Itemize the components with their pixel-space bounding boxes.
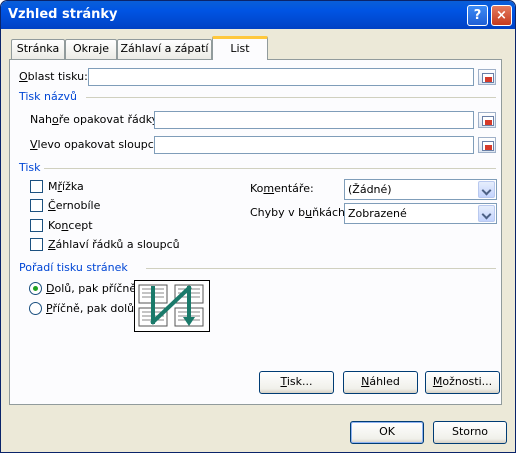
chevron-down-icon[interactable] [478, 181, 495, 198]
page-order-preview-icon [134, 280, 210, 332]
rows-to-repeat-input[interactable] [154, 111, 474, 129]
tab-margins[interactable]: Okraje [65, 39, 117, 59]
cancel-button[interactable]: Storno [433, 421, 507, 444]
options-button[interactable]: Možnosti... [425, 371, 500, 394]
comments-value: (Žádné) [348, 183, 392, 196]
window-title: Vzhled stránky [8, 7, 118, 22]
sheet-tab-panel: Oblast tisku: Tisk názvů Nahoře opakovat… [9, 59, 502, 405]
collapse-dialog-icon[interactable] [478, 137, 496, 153]
comments-select[interactable]: (Žádné) [344, 179, 497, 200]
rows-to-repeat-label: Nahoře opakovat řádky: [30, 113, 162, 126]
help-icon: ? [473, 8, 482, 23]
print-button[interactable]: Tisk... [259, 371, 334, 394]
down-then-over-radio[interactable] [29, 282, 42, 295]
cell-errors-select[interactable]: Zobrazené [344, 203, 497, 224]
draft-checkbox[interactable] [30, 219, 43, 232]
close-icon: × [496, 8, 507, 23]
divider [44, 168, 496, 169]
gridlines-label[interactable]: Mřížka [48, 180, 84, 193]
dialog-body: Stránka Okraje Záhlaví a zápatí List Obl… [4, 29, 512, 449]
print-preview-button[interactable]: Náhled [343, 371, 418, 394]
tab-header-footer[interactable]: Záhlaví a zápatí [117, 39, 212, 59]
row-col-headings-checkbox[interactable] [30, 238, 43, 251]
help-button[interactable]: ? [467, 5, 488, 26]
draft-label[interactable]: Koncept [48, 219, 93, 232]
divider [146, 268, 496, 269]
divider [86, 97, 496, 98]
chevron-down-icon[interactable] [478, 205, 495, 222]
page-setup-dialog: Vzhled stránky ? × Stránka Okraje Záhlav… [0, 0, 516, 453]
row-col-headings-label[interactable]: Záhlaví řádků a sloupců [48, 238, 180, 251]
collapse-dialog-icon[interactable] [478, 112, 496, 128]
cell-errors-value: Zobrazené [348, 207, 407, 220]
columns-to-repeat-label: Vlevo opakovat sloupce: [30, 138, 165, 151]
close-button[interactable]: × [491, 5, 512, 26]
columns-to-repeat-input[interactable] [154, 136, 474, 154]
black-and-white-checkbox[interactable] [30, 199, 43, 212]
collapse-dialog-icon[interactable] [478, 69, 496, 85]
tab-sheet[interactable]: List [212, 36, 268, 60]
ok-button[interactable]: OK [350, 421, 424, 444]
down-then-over-label[interactable]: Dolů, pak příčně [46, 282, 136, 295]
title-bar[interactable]: Vzhled stránky ? × [1, 1, 515, 29]
print-area-input[interactable] [88, 68, 474, 86]
print-heading: Tisk [19, 161, 41, 174]
black-and-white-label[interactable]: Černobíle [48, 199, 100, 212]
print-titles-heading: Tisk názvů [19, 90, 78, 103]
cell-errors-label: Chyby v buňkách: [250, 206, 349, 219]
comments-label: Komentáře: [250, 182, 314, 195]
page-order-heading: Pořadí tisku stránek [19, 261, 128, 274]
print-area-label: Oblast tisku: [19, 70, 88, 83]
over-then-down-label[interactable]: Příčně, pak dolů [46, 302, 134, 315]
over-then-down-radio[interactable] [29, 302, 42, 315]
gridlines-checkbox[interactable] [30, 180, 43, 193]
tab-page[interactable]: Stránka [11, 39, 65, 59]
